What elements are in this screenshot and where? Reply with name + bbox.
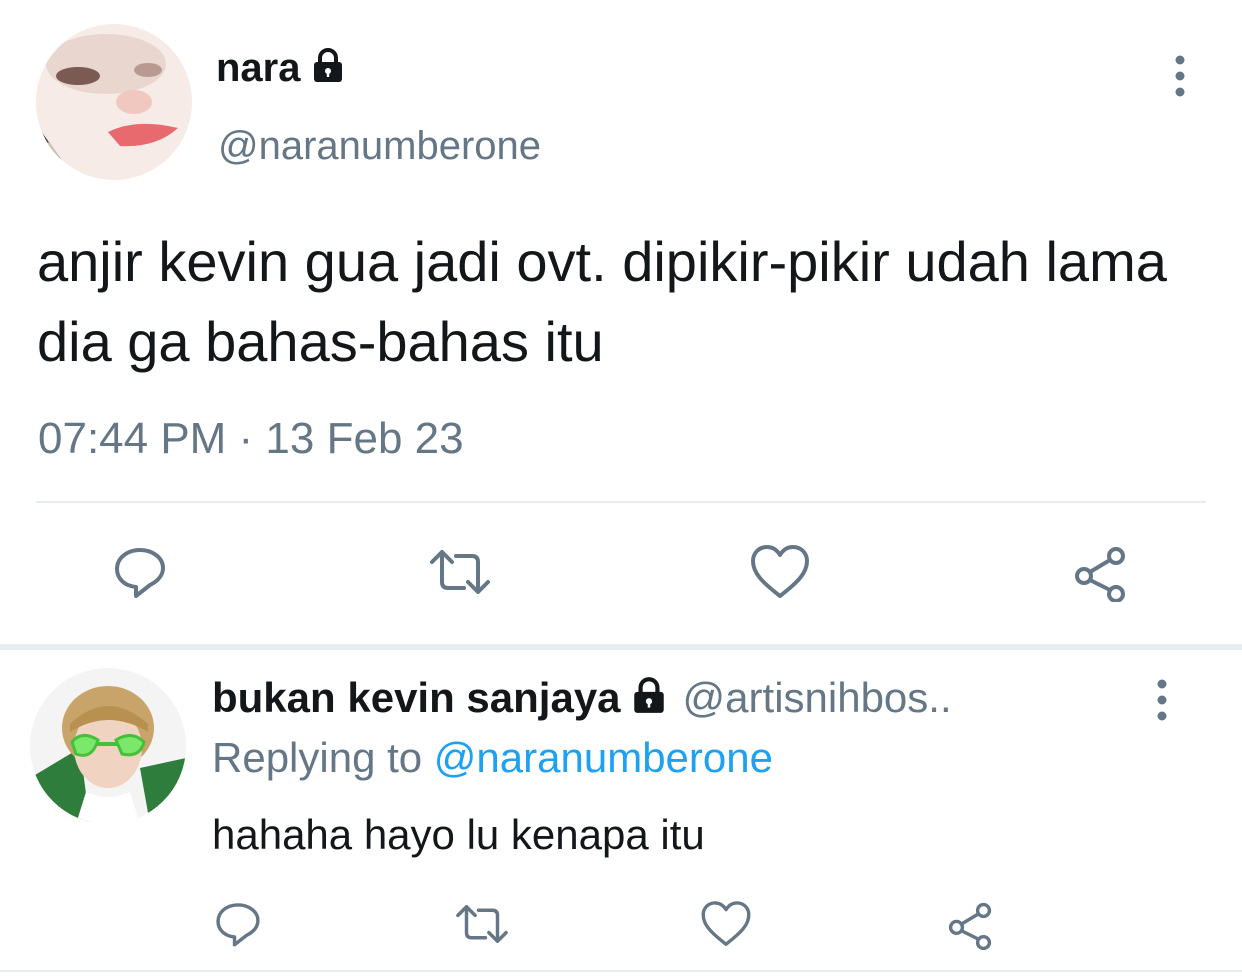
reply-share-button[interactable] xyxy=(934,890,1006,962)
divider xyxy=(0,970,1242,972)
reply-icon xyxy=(110,542,170,607)
retweet-icon xyxy=(424,542,496,607)
reply-text: hahaha hayo lu kenapa itu xyxy=(212,811,705,858)
retweet-icon xyxy=(451,898,513,955)
reply-header: bukan kevin sanjaya @artisnihbos.. xyxy=(212,672,952,727)
lock-icon xyxy=(309,46,347,95)
share-icon xyxy=(1068,542,1132,607)
replying-to-label: Replying to xyxy=(212,734,423,781)
retweet-button[interactable] xyxy=(424,538,496,610)
share-button[interactable] xyxy=(1064,538,1136,610)
replying-to: Replying to @naranumberone xyxy=(212,732,773,784)
tweet-text: anjir kevin gua jadi ovt. dipikir-pikir … xyxy=(37,230,1167,373)
share-icon xyxy=(943,898,997,955)
reply-reply-button[interactable] xyxy=(202,890,274,962)
like-icon xyxy=(699,898,753,955)
like-icon xyxy=(748,542,812,607)
replying-to-mention[interactable]: @naranumberone xyxy=(434,734,773,781)
reply-author-avatar[interactable] xyxy=(30,668,186,824)
section-divider xyxy=(0,644,1242,650)
reply-icon xyxy=(212,898,264,955)
like-button[interactable] xyxy=(744,538,816,610)
reply-author-handle[interactable]: @artisnihbos.. xyxy=(683,674,952,721)
author-handle[interactable]: @naranumberone xyxy=(218,122,541,170)
more-options-icon[interactable] xyxy=(1160,54,1200,98)
author-avatar[interactable] xyxy=(36,24,192,180)
author-name[interactable]: nara xyxy=(216,44,347,95)
reply-button[interactable] xyxy=(104,538,176,610)
lock-icon xyxy=(629,675,669,727)
tweet-timestamp[interactable]: 07:44 PM · 13 Feb 23 xyxy=(38,412,464,466)
reply-more-options-icon[interactable] xyxy=(1142,678,1182,722)
reply-retweet-button[interactable] xyxy=(446,890,518,962)
reply-author-name[interactable]: bukan kevin sanjaya xyxy=(212,674,621,721)
divider xyxy=(36,501,1206,503)
author-name-text: nara xyxy=(216,46,301,90)
reply-like-button[interactable] xyxy=(690,890,762,962)
